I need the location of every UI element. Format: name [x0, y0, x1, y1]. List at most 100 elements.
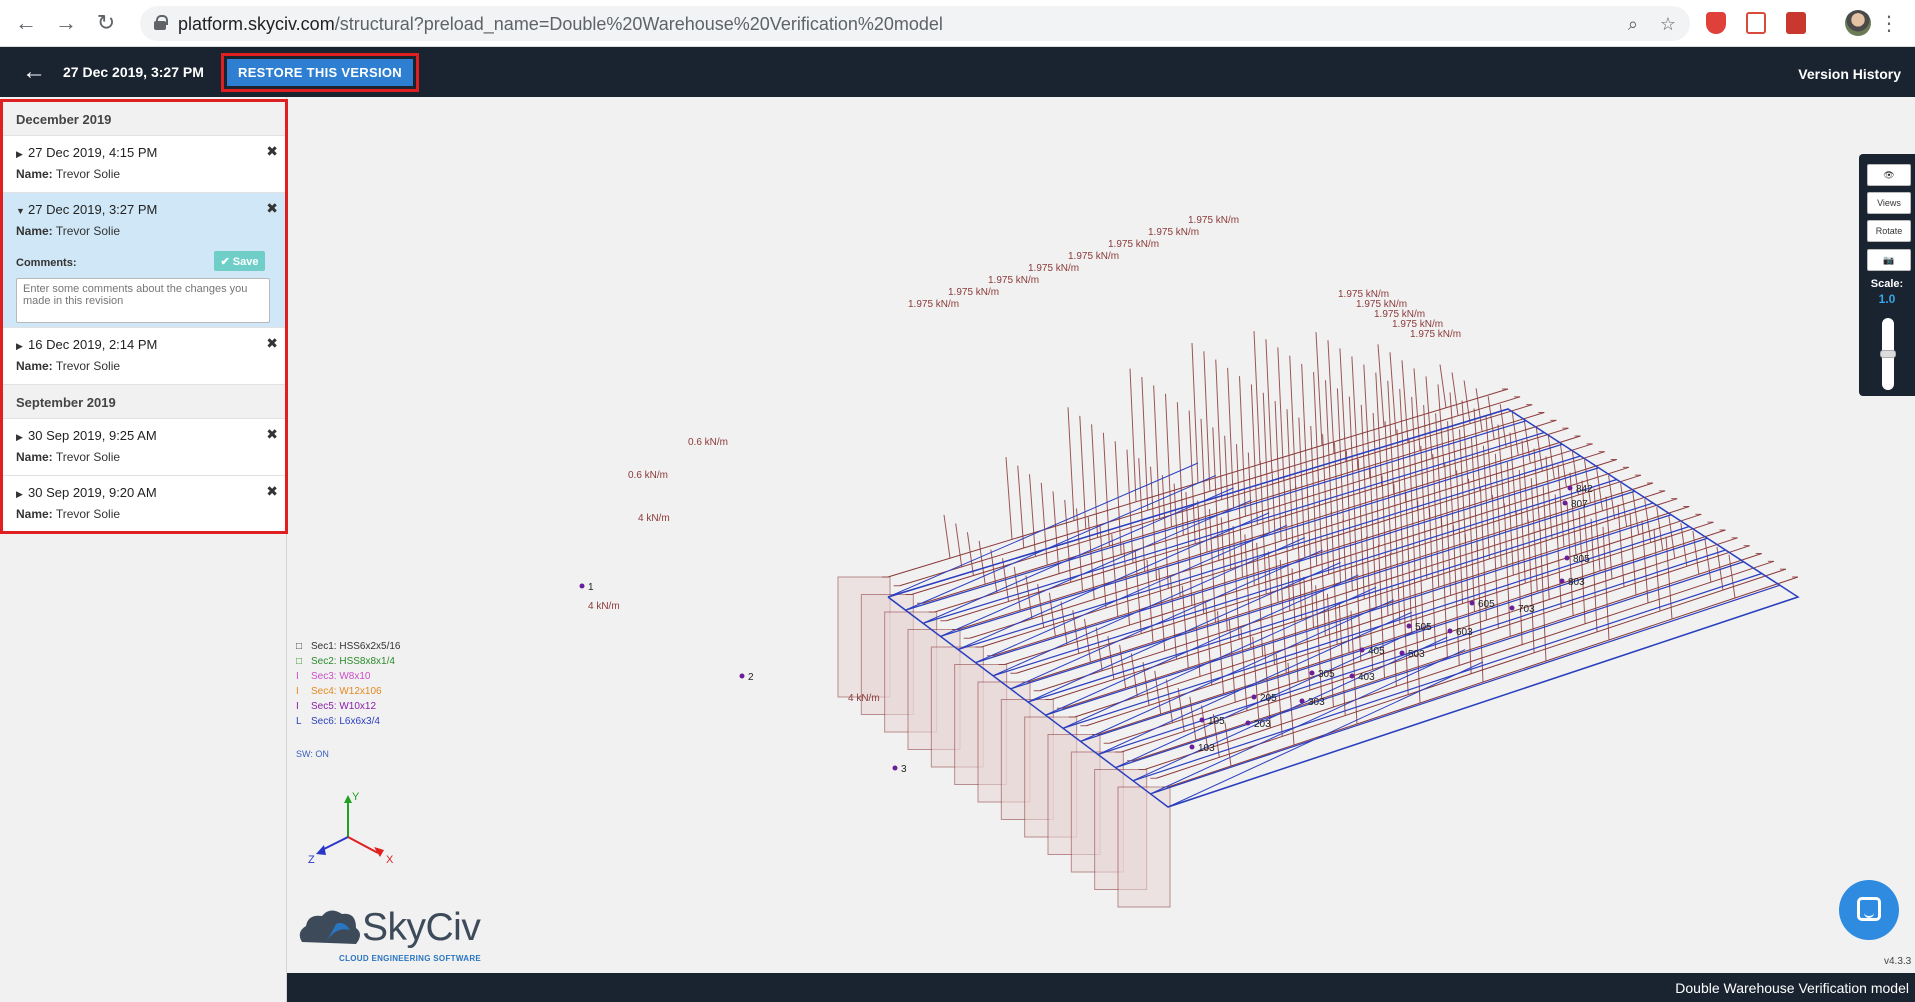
node-marker	[892, 765, 898, 771]
load-line	[1578, 510, 1586, 624]
skyciv-cloud-icon	[299, 910, 360, 944]
node-number-label: 105	[1208, 716, 1225, 727]
load-line	[1126, 449, 1134, 564]
extension-pdf-icon[interactable]	[1786, 12, 1806, 34]
node-marker	[579, 583, 585, 589]
month-header: September 2019	[3, 385, 285, 419]
load-label: 1.975 kN/m	[1108, 239, 1159, 250]
bookmark-star-icon[interactable]: ☆	[1660, 14, 1676, 35]
load-line	[943, 514, 951, 559]
load-line	[1439, 364, 1447, 408]
load-line	[1277, 347, 1285, 481]
browser-forward-icon[interactable]: →	[54, 11, 78, 35]
load-line	[1289, 355, 1297, 489]
back-arrow-icon[interactable]: ←	[22, 58, 46, 86]
current-version-date: 27 Dec 2019, 3:27 PM	[63, 64, 204, 80]
section-symbol-icon: I	[296, 701, 299, 712]
load-line	[1129, 368, 1137, 502]
load-line	[1342, 519, 1350, 653]
load-line	[1215, 359, 1223, 500]
brace-line	[922, 487, 1234, 624]
node-marker	[1359, 647, 1365, 653]
node-marker	[1349, 673, 1355, 679]
load-line	[1542, 486, 1550, 600]
address-bar[interactable]: platform.skyciv.com/structural?preload_n…	[140, 6, 1690, 41]
node-number-label: 405	[1368, 646, 1385, 657]
restore-version-button[interactable]: RESTORE THIS VERSION	[227, 59, 413, 86]
load-line	[1203, 351, 1211, 492]
extension-cast-icon[interactable]	[1746, 12, 1766, 34]
profile-avatar[interactable]	[1845, 10, 1871, 36]
legend-label: Sec1: HSS6x2x5/16	[311, 641, 401, 652]
scale-slider-handle[interactable]	[1880, 350, 1896, 358]
camera-icon[interactable]: 📷	[1867, 249, 1911, 271]
load-line	[1351, 356, 1359, 470]
caret-right-icon: ▶	[16, 149, 23, 159]
delete-version-icon[interactable]: ✖	[266, 426, 278, 443]
member-line	[1062, 525, 1690, 729]
load-line	[1091, 424, 1099, 538]
delete-version-icon[interactable]: ✖	[266, 143, 278, 160]
skyciv-logo: SkyCiv CLOUD ENGINEERING SOFTWARE	[296, 902, 481, 963]
z-axis-label: Z	[308, 854, 315, 866]
legend-item: L Sec6: L6x6x3/4	[296, 714, 401, 729]
model-viewport[interactable]: 1.975 kN/m 1.975 kN/m 1.975 kN/m 1.975 kN/m…	[288, 97, 1915, 973]
scale-slider[interactable]	[1880, 318, 1896, 390]
browser-back-icon[interactable]: ←	[14, 11, 38, 35]
version-item[interactable]: ▶ 16 Dec 2019, 2:14 PM Name: Trevor Solie…	[3, 328, 285, 385]
views-button[interactable]: Views	[1867, 192, 1911, 214]
name-label: Name:	[16, 450, 53, 464]
delete-version-icon[interactable]: ✖	[266, 200, 278, 217]
version-author: Trevor Solie	[55, 507, 121, 521]
reload-icon[interactable]: ↻	[94, 11, 118, 35]
load-line	[1451, 372, 1459, 416]
legend-item: □ Sec2: HSS8x8x1/4	[296, 654, 401, 669]
version-item[interactable]: ▶ 30 Sep 2019, 9:20 AM Name: Trevor Solie…	[3, 476, 285, 531]
load-line	[1401, 360, 1409, 443]
load-line	[1259, 460, 1267, 595]
extension-shield-icon[interactable]	[1706, 12, 1726, 34]
node-marker	[1509, 605, 1515, 611]
chat-button[interactable]	[1839, 880, 1899, 940]
axis-triad: Y X Z	[308, 791, 394, 866]
load-line	[1330, 511, 1338, 645]
node-number-label: 803	[1568, 577, 1585, 588]
version-item[interactable]: ▶ 27 Dec 2019, 4:15 PM Name: Trevor Solie…	[3, 136, 285, 193]
load-line	[1165, 393, 1172, 527]
member-line	[940, 443, 1563, 637]
rotate-button[interactable]: Rotate	[1867, 220, 1911, 242]
version-author: Trevor Solie	[55, 450, 121, 464]
load-line	[1325, 380, 1332, 514]
chat-icon	[1857, 897, 1881, 921]
load-line	[1378, 544, 1385, 678]
check-icon: ✔	[220, 255, 230, 268]
node-marker	[1447, 628, 1453, 634]
self-weight-indicator: SW: ON	[296, 749, 329, 759]
version-item[interactable]: ▶ 30 Sep 2019, 9:25 AM Name: Trevor Solie…	[3, 419, 285, 476]
load-label: 1.975 kN/m	[988, 275, 1039, 286]
load-line	[1005, 457, 1013, 540]
version-date: 30 Sep 2019, 9:20 AM	[28, 485, 157, 500]
x-axis-label: X	[386, 854, 394, 866]
save-comment-button[interactable]: ✔ Save	[214, 251, 265, 271]
node-marker	[1399, 650, 1405, 656]
node-number-label: 305	[1318, 669, 1335, 680]
section-symbol-icon: I	[296, 686, 299, 697]
load-label: 1.975 kN/m	[1068, 251, 1119, 262]
browser-menu-icon[interactable]: ⋮	[1879, 11, 1899, 36]
load-line	[1307, 494, 1314, 628]
eye-icon[interactable]: 👁	[1867, 164, 1911, 186]
version-item-selected[interactable]: ▼ 27 Dec 2019, 3:27 PM Name: Trevor Solie…	[3, 193, 285, 328]
node-marker	[1564, 555, 1570, 561]
section-symbol-icon: □	[296, 641, 303, 652]
load-line	[1315, 332, 1323, 446]
delete-version-icon[interactable]: ✖	[266, 483, 278, 500]
delete-version-icon[interactable]: ✖	[266, 335, 278, 352]
comment-textarea[interactable]	[16, 278, 270, 323]
load-label: 0.6 kN/m	[628, 470, 668, 481]
roof-line	[934, 419, 1557, 613]
legend-item: I Sec3: W8x10	[296, 669, 401, 684]
load-line	[1372, 413, 1380, 547]
load-line	[1389, 352, 1397, 435]
zoom-icon[interactable]: ⌕	[1628, 14, 1638, 35]
